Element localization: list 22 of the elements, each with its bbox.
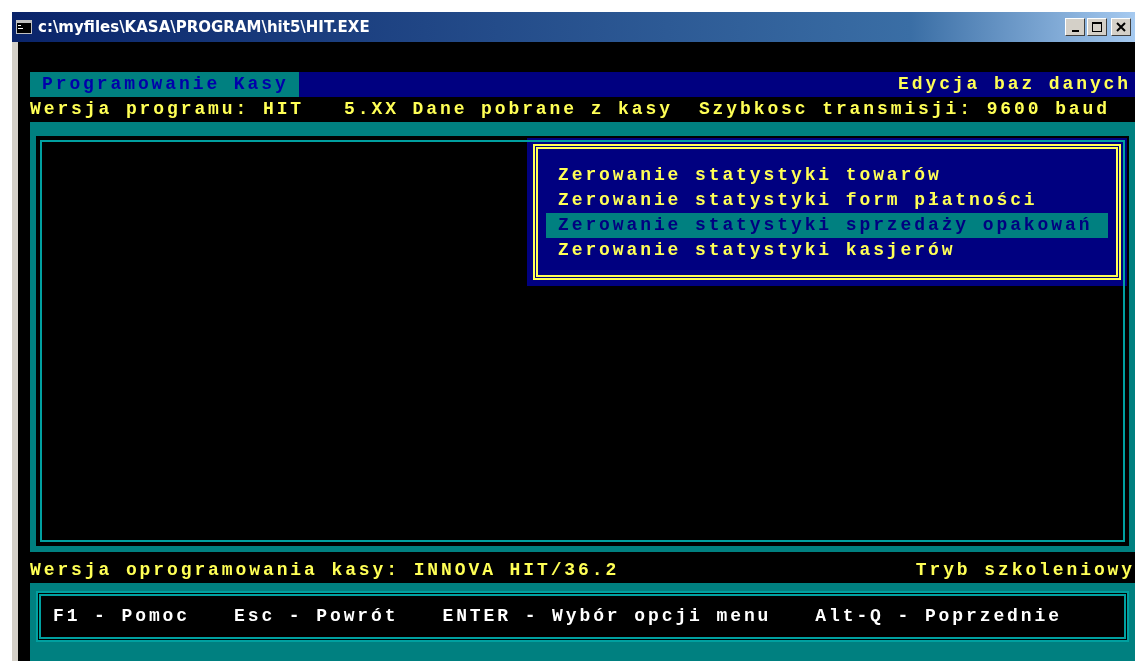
key-hint: ENTER - Wybór opcji menu [442,605,772,628]
close-button[interactable] [1111,18,1131,36]
maximize-button[interactable] [1087,18,1107,36]
info-text: 5.XX Dane pobrane z kasy [344,98,673,121]
menu-item[interactable]: Zerowanie statystyki kasjerów [546,238,1108,263]
key-hint: F1 - Pomoc [53,605,191,628]
close-icon [1116,22,1126,32]
menu-item[interactable]: Zerowanie statystyki towarów [546,163,1108,188]
info-text: Wersja programu: HIT [30,98,305,121]
status-text: Wersja oprogramowania kasy: INNOVA HIT/36.2 [30,559,620,582]
window-title: c:\myfiles\KASA\PROGRAM\hit5\HIT.EXE [38,18,371,36]
maximize-icon [1092,22,1102,32]
menu-item[interactable]: Zerowanie statystyki form płatności [546,188,1108,213]
info-text: Szybkosc transmisji: 9600 baud [698,98,1110,121]
console-icon [16,20,32,34]
minimize-button[interactable] [1065,18,1085,36]
program-title: Programowanie Kasy [30,72,299,97]
minimize-icon [1071,30,1079,32]
key-hint: Alt-Q - Poprzednie [815,605,1062,628]
mode-status: Tryb szkoleniowy [915,559,1135,582]
mode-title: Edycja baz danych [898,73,1132,96]
key-hint: Esc - Powrót [234,605,399,628]
